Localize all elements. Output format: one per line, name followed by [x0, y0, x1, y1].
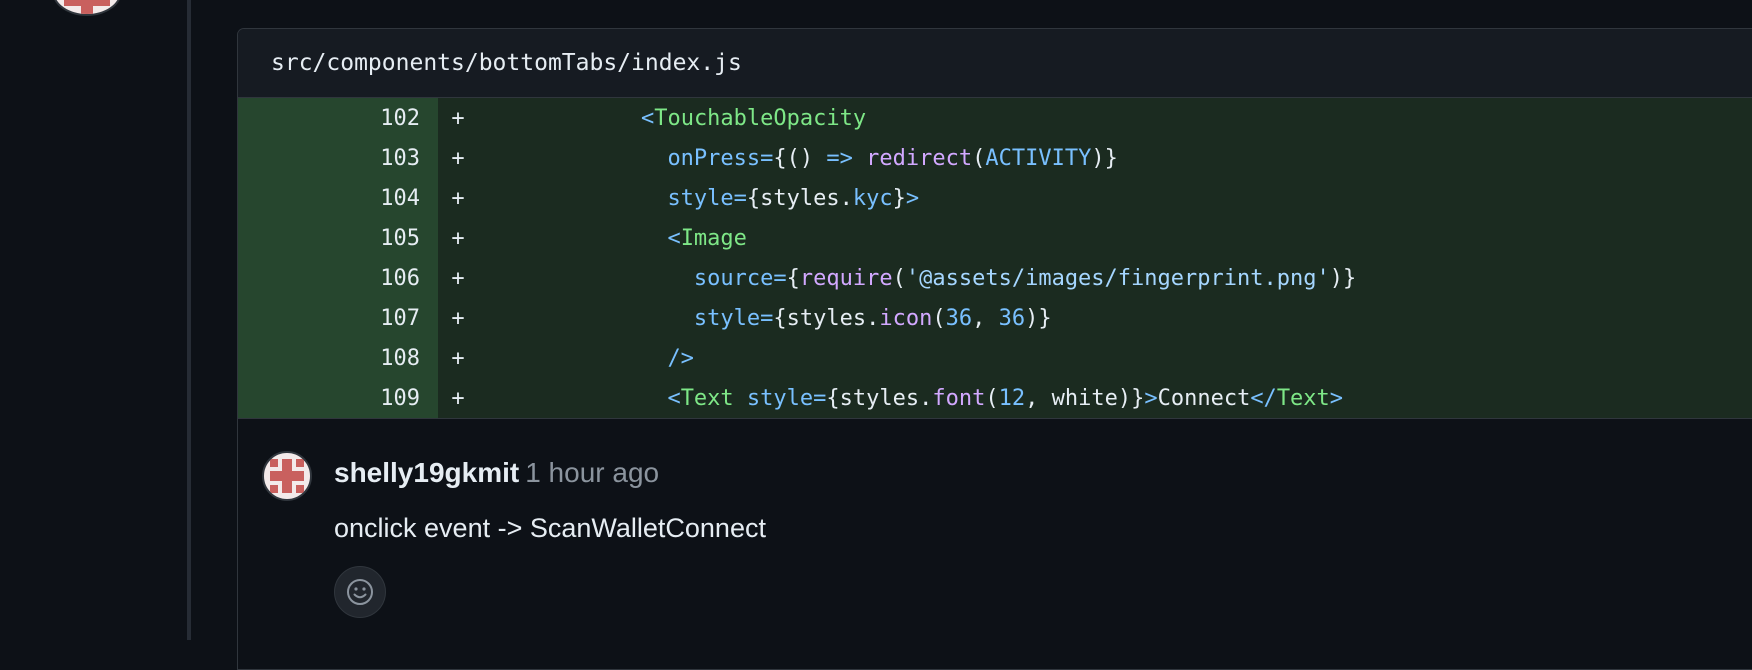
diff-line: 102 + <TouchableOpacity: [238, 98, 1752, 138]
code-text: style={styles.kyc}>: [667, 185, 920, 211]
line-number[interactable]: 108: [238, 338, 438, 378]
diff-line: 108 + />: [238, 338, 1752, 378]
line-number[interactable]: 107: [238, 298, 438, 338]
addition-marker: +: [451, 145, 465, 171]
code-text: <TouchableOpacity: [640, 105, 867, 131]
addition-marker: +: [451, 105, 465, 131]
diff-line: 103 + onPress={() => redirect(ACTIVITY)}: [238, 138, 1752, 178]
line-number[interactable]: 106: [238, 258, 438, 298]
review-thread: src/components/bottomTabs/index.js 102 +…: [237, 28, 1752, 670]
code-text: />: [667, 345, 694, 371]
comment-timestamp[interactable]: 1 hour ago: [525, 457, 659, 488]
file-header: src/components/bottomTabs/index.js: [238, 29, 1752, 98]
code-text: onPress={() => redirect(ACTIVITY)}: [667, 145, 1118, 171]
avatar[interactable]: [262, 451, 312, 501]
file-path[interactable]: src/components/bottomTabs/index.js: [271, 50, 742, 76]
review-comment: shelly19gkmit 1 hour ago onclick event ->…: [238, 418, 1752, 649]
diff-line: 109 + <Text style={styles.font(12, white…: [238, 378, 1752, 418]
code-text: <Image: [667, 225, 747, 251]
line-number[interactable]: 105: [238, 218, 438, 258]
code-text: <Text style={styles.font(12, white)}>Con…: [667, 385, 1344, 411]
diff-line: 107 + style={styles.icon(36, 36)}: [238, 298, 1752, 338]
addition-marker: +: [451, 265, 465, 291]
addition-marker: +: [451, 385, 465, 411]
diff-line: 105 + <Image: [238, 218, 1752, 258]
addition-marker: +: [451, 185, 465, 211]
comment-header: shelly19gkmit 1 hour ago: [334, 457, 659, 489]
comment-author[interactable]: shelly19gkmit: [334, 457, 519, 488]
diff-view: 102 + <TouchableOpacity 103 + onPress={(…: [238, 98, 1752, 418]
line-number[interactable]: 109: [238, 378, 438, 418]
addition-marker: +: [451, 225, 465, 251]
top-avatar[interactable]: [52, 0, 122, 16]
comment-body: onclick event -> ScanWalletConnect: [334, 513, 766, 543]
code-text: source={require('@assets/images/fingerpr…: [693, 265, 1357, 291]
line-number[interactable]: 102: [238, 98, 438, 138]
timeline-line: [187, 0, 191, 640]
addition-marker: +: [451, 305, 465, 331]
diff-line: 106 + source={require('@assets/images/fi…: [238, 258, 1752, 298]
line-number[interactable]: 104: [238, 178, 438, 218]
smiley-icon: [347, 579, 373, 605]
line-number[interactable]: 103: [238, 138, 438, 178]
code-text: style={styles.icon(36, 36)}: [693, 305, 1052, 331]
diff-line: 104 + style={styles.kyc}>: [238, 178, 1752, 218]
addition-marker: +: [451, 345, 465, 371]
add-reaction-button[interactable]: [334, 566, 386, 618]
